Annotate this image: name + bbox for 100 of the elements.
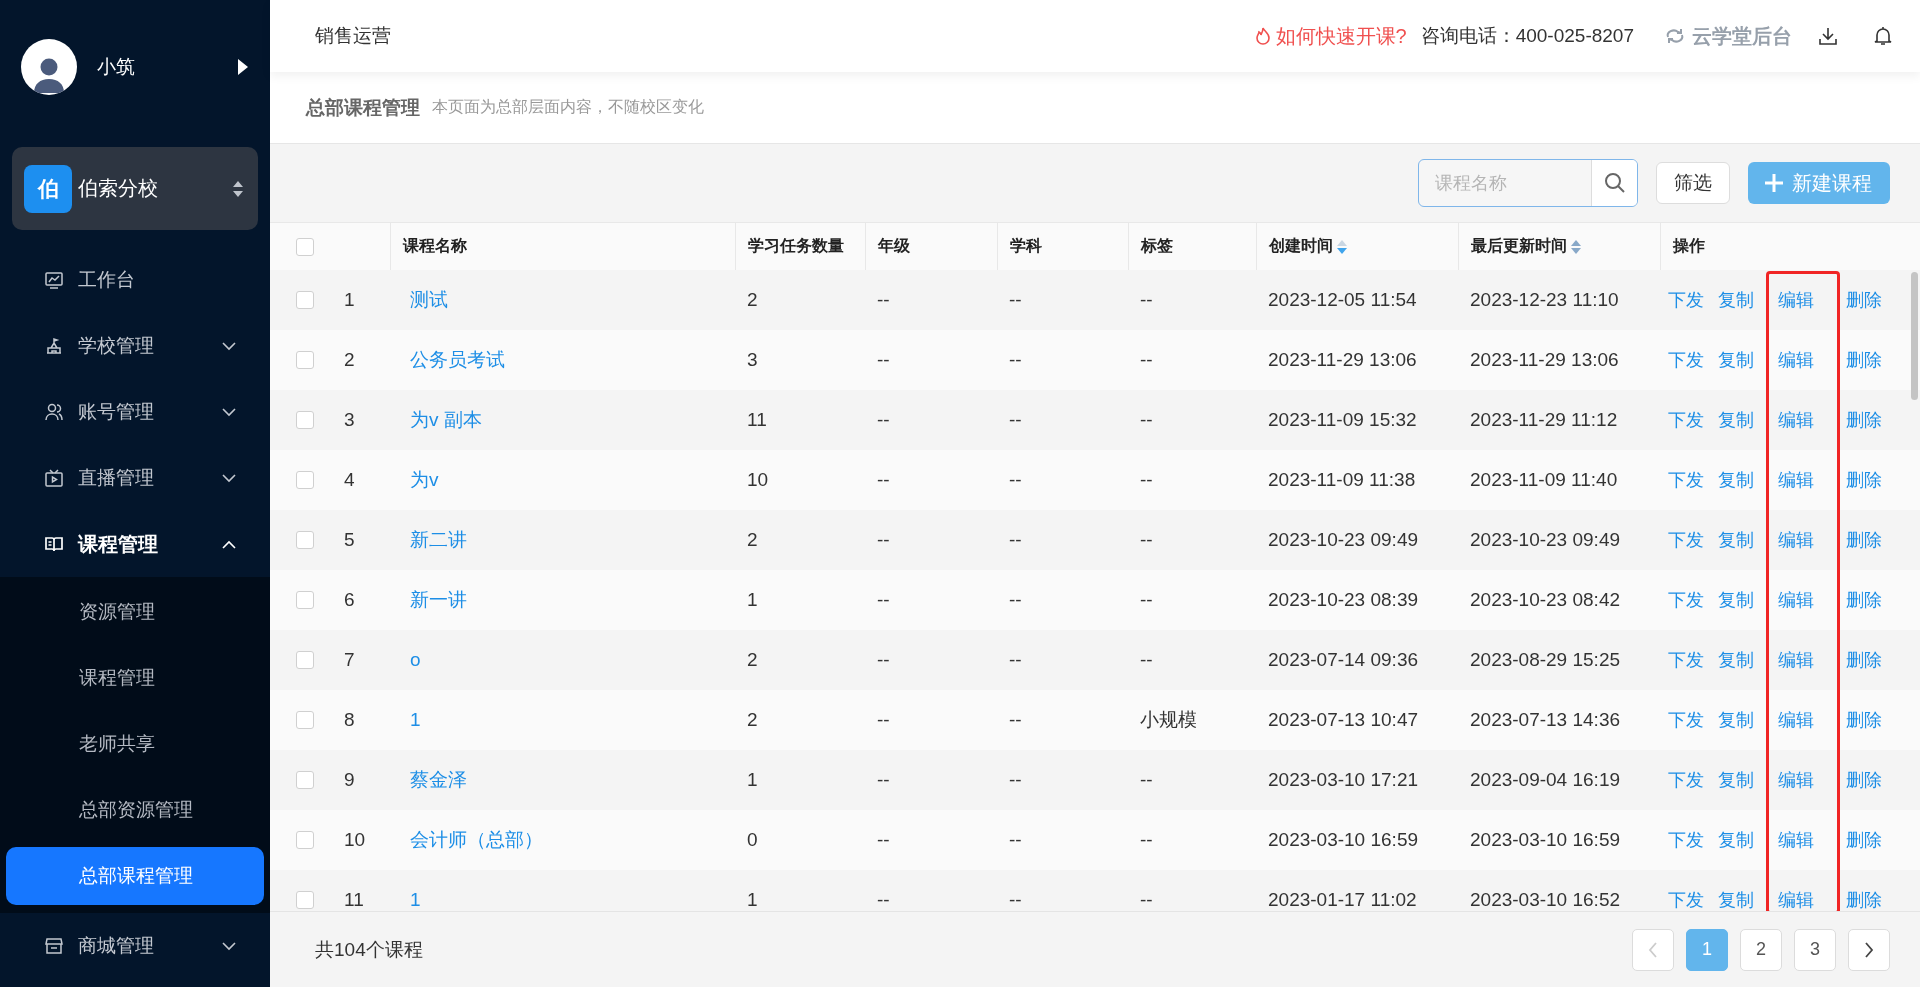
action-link[interactable]: 下发 — [1668, 828, 1704, 852]
action-link[interactable]: 复制 — [1718, 288, 1754, 312]
bell-icon[interactable] — [1874, 26, 1892, 46]
action-link[interactable]: 下发 — [1668, 648, 1704, 672]
checkbox[interactable] — [296, 831, 314, 849]
course-name-link[interactable]: 会计师（总部） — [410, 827, 543, 853]
checkbox[interactable] — [296, 531, 314, 549]
search-button[interactable] — [1591, 160, 1637, 206]
course-name-link[interactable]: 1 — [410, 709, 421, 731]
caret-right-icon[interactable] — [238, 59, 248, 75]
course-name-link[interactable]: 蔡金泽 — [410, 767, 467, 793]
action-link[interactable]: 复制 — [1718, 468, 1754, 492]
checkbox[interactable] — [296, 291, 314, 309]
menu-item[interactable]: 账号管理 — [0, 379, 270, 445]
submenu-item[interactable]: 资源管理 — [6, 583, 264, 641]
sort-icon[interactable] — [1571, 238, 1581, 255]
course-name-link[interactable]: 1 — [410, 889, 421, 911]
create-course-button[interactable]: 新建课程 — [1748, 162, 1890, 204]
help-link[interactable]: 如何快速开课? — [1255, 22, 1407, 50]
action-link[interactable]: 复制 — [1718, 408, 1754, 432]
checkbox[interactable] — [296, 651, 314, 669]
action-link[interactable]: 删除 — [1846, 828, 1882, 852]
action-link[interactable]: 复制 — [1718, 828, 1754, 852]
action-link[interactable]: 删除 — [1846, 708, 1882, 732]
table-cell: 2023-07-13 14:36 — [1470, 709, 1620, 731]
action-link[interactable]: 复制 — [1718, 708, 1754, 732]
action-link[interactable]: 下发 — [1668, 768, 1704, 792]
page-button[interactable]: 2 — [1740, 928, 1782, 971]
course-name-link[interactable]: 测试 — [410, 287, 448, 313]
action-link[interactable]: 删除 — [1846, 528, 1882, 552]
checkbox[interactable] — [296, 771, 314, 789]
action-link[interactable]: 编辑 — [1778, 348, 1814, 372]
download-icon[interactable] — [1818, 26, 1838, 46]
submenu-item[interactable]: 老师共享 — [6, 715, 264, 773]
action-link[interactable]: 删除 — [1846, 288, 1882, 312]
next-page-button[interactable] — [1848, 928, 1890, 971]
action-link[interactable]: 下发 — [1668, 888, 1704, 911]
action-link[interactable]: 下发 — [1668, 288, 1704, 312]
course-name-link[interactable]: 公务员考试 — [410, 347, 505, 373]
checkbox[interactable] — [296, 591, 314, 609]
action-link[interactable]: 编辑 — [1778, 648, 1814, 672]
action-link[interactable]: 删除 — [1846, 468, 1882, 492]
action-link[interactable]: 编辑 — [1778, 708, 1814, 732]
action-link[interactable]: 删除 — [1846, 888, 1882, 911]
search-field[interactable]: 课程名称 — [1419, 160, 1591, 206]
course-name-link[interactable]: 为v — [410, 467, 439, 493]
action-link[interactable]: 下发 — [1668, 588, 1704, 612]
menu-item[interactable]: 学校管理 — [0, 313, 270, 379]
scrollbar[interactable] — [1911, 272, 1918, 400]
action-link[interactable]: 编辑 — [1778, 288, 1814, 312]
menu-item[interactable]: 商城管理 — [0, 913, 270, 979]
checkbox[interactable] — [296, 711, 314, 729]
submenu-item[interactable]: 总部资源管理 — [6, 781, 264, 839]
filter-button[interactable]: 筛选 — [1656, 162, 1730, 204]
checkbox[interactable] — [296, 891, 314, 909]
checkbox[interactable] — [296, 411, 314, 429]
action-link[interactable]: 复制 — [1718, 588, 1754, 612]
action-link[interactable]: 复制 — [1718, 528, 1754, 552]
action-link[interactable]: 删除 — [1846, 648, 1882, 672]
course-name-link[interactable]: o — [410, 649, 421, 671]
course-name-link[interactable]: 新二讲 — [410, 527, 467, 553]
action-link[interactable]: 编辑 — [1778, 588, 1814, 612]
action-link[interactable]: 编辑 — [1778, 888, 1814, 911]
avatar[interactable] — [21, 39, 77, 95]
course-name-link[interactable]: 为v 副本 — [410, 407, 482, 433]
search-box[interactable]: 课程名称 — [1418, 159, 1638, 207]
action-link[interactable]: 下发 — [1668, 468, 1704, 492]
action-link[interactable]: 下发 — [1668, 408, 1704, 432]
submenu-item[interactable]: 总部课程管理 — [6, 847, 264, 905]
action-link[interactable]: 复制 — [1718, 648, 1754, 672]
page-button[interactable]: 1 — [1686, 928, 1728, 971]
action-link[interactable]: 下发 — [1668, 528, 1704, 552]
row-number: 2 — [344, 349, 355, 371]
table-cell: 2023-11-29 13:06 — [1268, 349, 1417, 371]
backend-link[interactable]: 云学堂后台 — [1664, 22, 1792, 50]
menu-item[interactable]: 课程管理 — [0, 511, 270, 577]
action-link[interactable]: 下发 — [1668, 708, 1704, 732]
action-link[interactable]: 删除 — [1846, 588, 1882, 612]
school-switcher[interactable]: 伯 伯索分校 — [12, 147, 258, 230]
menu-item[interactable]: 工作台 — [0, 247, 270, 313]
checkbox[interactable] — [296, 351, 314, 369]
menu-item[interactable]: 直播管理 — [0, 445, 270, 511]
action-link[interactable]: 删除 — [1846, 408, 1882, 432]
action-link[interactable]: 下发 — [1668, 348, 1704, 372]
submenu-item[interactable]: 课程管理 — [6, 649, 264, 707]
action-link[interactable]: 编辑 — [1778, 828, 1814, 852]
checkbox[interactable] — [296, 471, 314, 489]
action-link[interactable]: 删除 — [1846, 348, 1882, 372]
action-link[interactable]: 编辑 — [1778, 468, 1814, 492]
action-link[interactable]: 编辑 — [1778, 528, 1814, 552]
action-link[interactable]: 编辑 — [1778, 408, 1814, 432]
page-button[interactable]: 3 — [1794, 928, 1836, 971]
sort-icon[interactable] — [1337, 238, 1347, 255]
action-link[interactable]: 编辑 — [1778, 768, 1814, 792]
action-link[interactable]: 复制 — [1718, 768, 1754, 792]
action-link[interactable]: 删除 — [1846, 768, 1882, 792]
checkbox[interactable] — [296, 237, 314, 256]
action-link[interactable]: 复制 — [1718, 348, 1754, 372]
course-name-link[interactable]: 新一讲 — [410, 587, 467, 613]
action-link[interactable]: 复制 — [1718, 888, 1754, 911]
